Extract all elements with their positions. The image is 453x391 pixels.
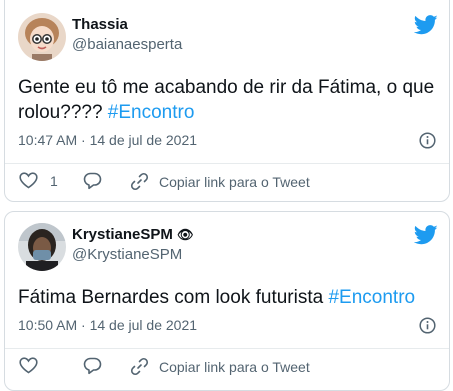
copy-link-label: Copiar link para o Tweet [159,358,310,375]
copy-link-button[interactable]: Copiar link para o Tweet [130,357,310,376]
link-icon [130,357,149,376]
copy-link-button[interactable]: Copiar link para o Tweet [130,172,310,191]
display-name-text: KrystianeSPM [72,226,173,243]
tweet-card[interactable]: KrystianeSPM 👁 @KrystianeSPM Fátima Bern… [4,211,450,391]
tweet-timestamp[interactable]: 10:50 AM · 14 de jul de 2021 [18,317,197,333]
copy-link-label: Copiar link para o Tweet [159,173,310,190]
like-button[interactable] [19,357,38,374]
tweet-text-line: Gente eu tô me acabando de rir da Fátima… [18,77,435,98]
tweet-text: Fátima Bernardes com look futurista #Enc… [18,285,443,310]
user-handle[interactable]: @KrystianeSPM [72,246,182,263]
heart-icon [19,172,38,189]
user-handle[interactable]: @baianaesperta [72,36,182,53]
info-icon[interactable] [419,317,436,334]
tweet-text-line: Fátima Bernardes com look futurista [18,287,329,308]
avatar[interactable] [18,13,66,61]
divider [5,163,449,164]
tweet-timestamp[interactable]: 10:47 AM · 14 de jul de 2021 [18,132,197,148]
tweet-card[interactable]: Thassia @baianaesperta Gente eu tô me ac… [4,0,450,202]
reply-button[interactable] [83,172,102,190]
tweet-text-line: rolou???? [18,102,108,123]
hashtag-link[interactable]: #Encontro [108,102,195,123]
twitter-bird-icon[interactable] [414,225,438,245]
like-count: 1 [50,172,58,189]
heart-icon [19,357,38,374]
link-icon [130,172,149,191]
reply-button[interactable] [83,357,102,375]
hashtag-link[interactable]: #Encontro [328,287,415,308]
reply-icon [83,172,102,190]
display-name[interactable]: KrystianeSPM 👁 [72,226,194,243]
twitter-bird-icon[interactable] [414,15,438,35]
reply-icon [83,357,102,375]
avatar[interactable] [18,223,66,271]
info-icon[interactable] [419,132,436,149]
eye-emoji: 👁 [177,227,194,242]
tweet-text: Gente eu tô me acabando de rir da Fátima… [18,75,443,125]
like-button[interactable]: 1 [19,172,58,189]
display-name[interactable]: Thassia [72,16,128,33]
divider [5,348,449,349]
